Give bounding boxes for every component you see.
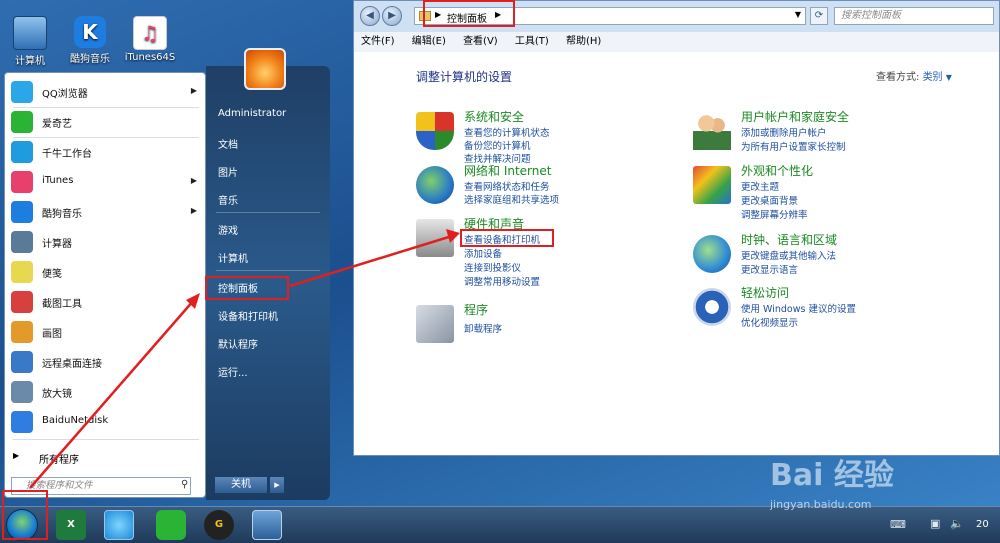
watermark: Bai 经验 jingyan.baidu.com [770, 448, 970, 518]
watermark-main: Bai 经验 [770, 458, 894, 493]
watermark-sub: jingyan.baidu.com [770, 498, 872, 511]
highlight-box [2, 490, 48, 540]
arrow-head [446, 229, 460, 243]
arrow-line [289, 234, 453, 288]
network-tray-icon[interactable]: ▣ [930, 517, 940, 530]
clock[interactable]: 20 [976, 519, 989, 530]
excel-icon[interactable]: X [56, 510, 86, 540]
iqiyi-icon[interactable] [156, 510, 186, 540]
control-panel-task-icon[interactable] [252, 510, 282, 540]
qq-browser-icon[interactable] [104, 510, 134, 540]
arrow-line [29, 299, 195, 489]
volume-icon[interactable]: 🔈 [950, 517, 964, 530]
game-app-icon[interactable]: G [204, 510, 234, 540]
keyboard-icon[interactable]: ⌨ [890, 518, 906, 531]
